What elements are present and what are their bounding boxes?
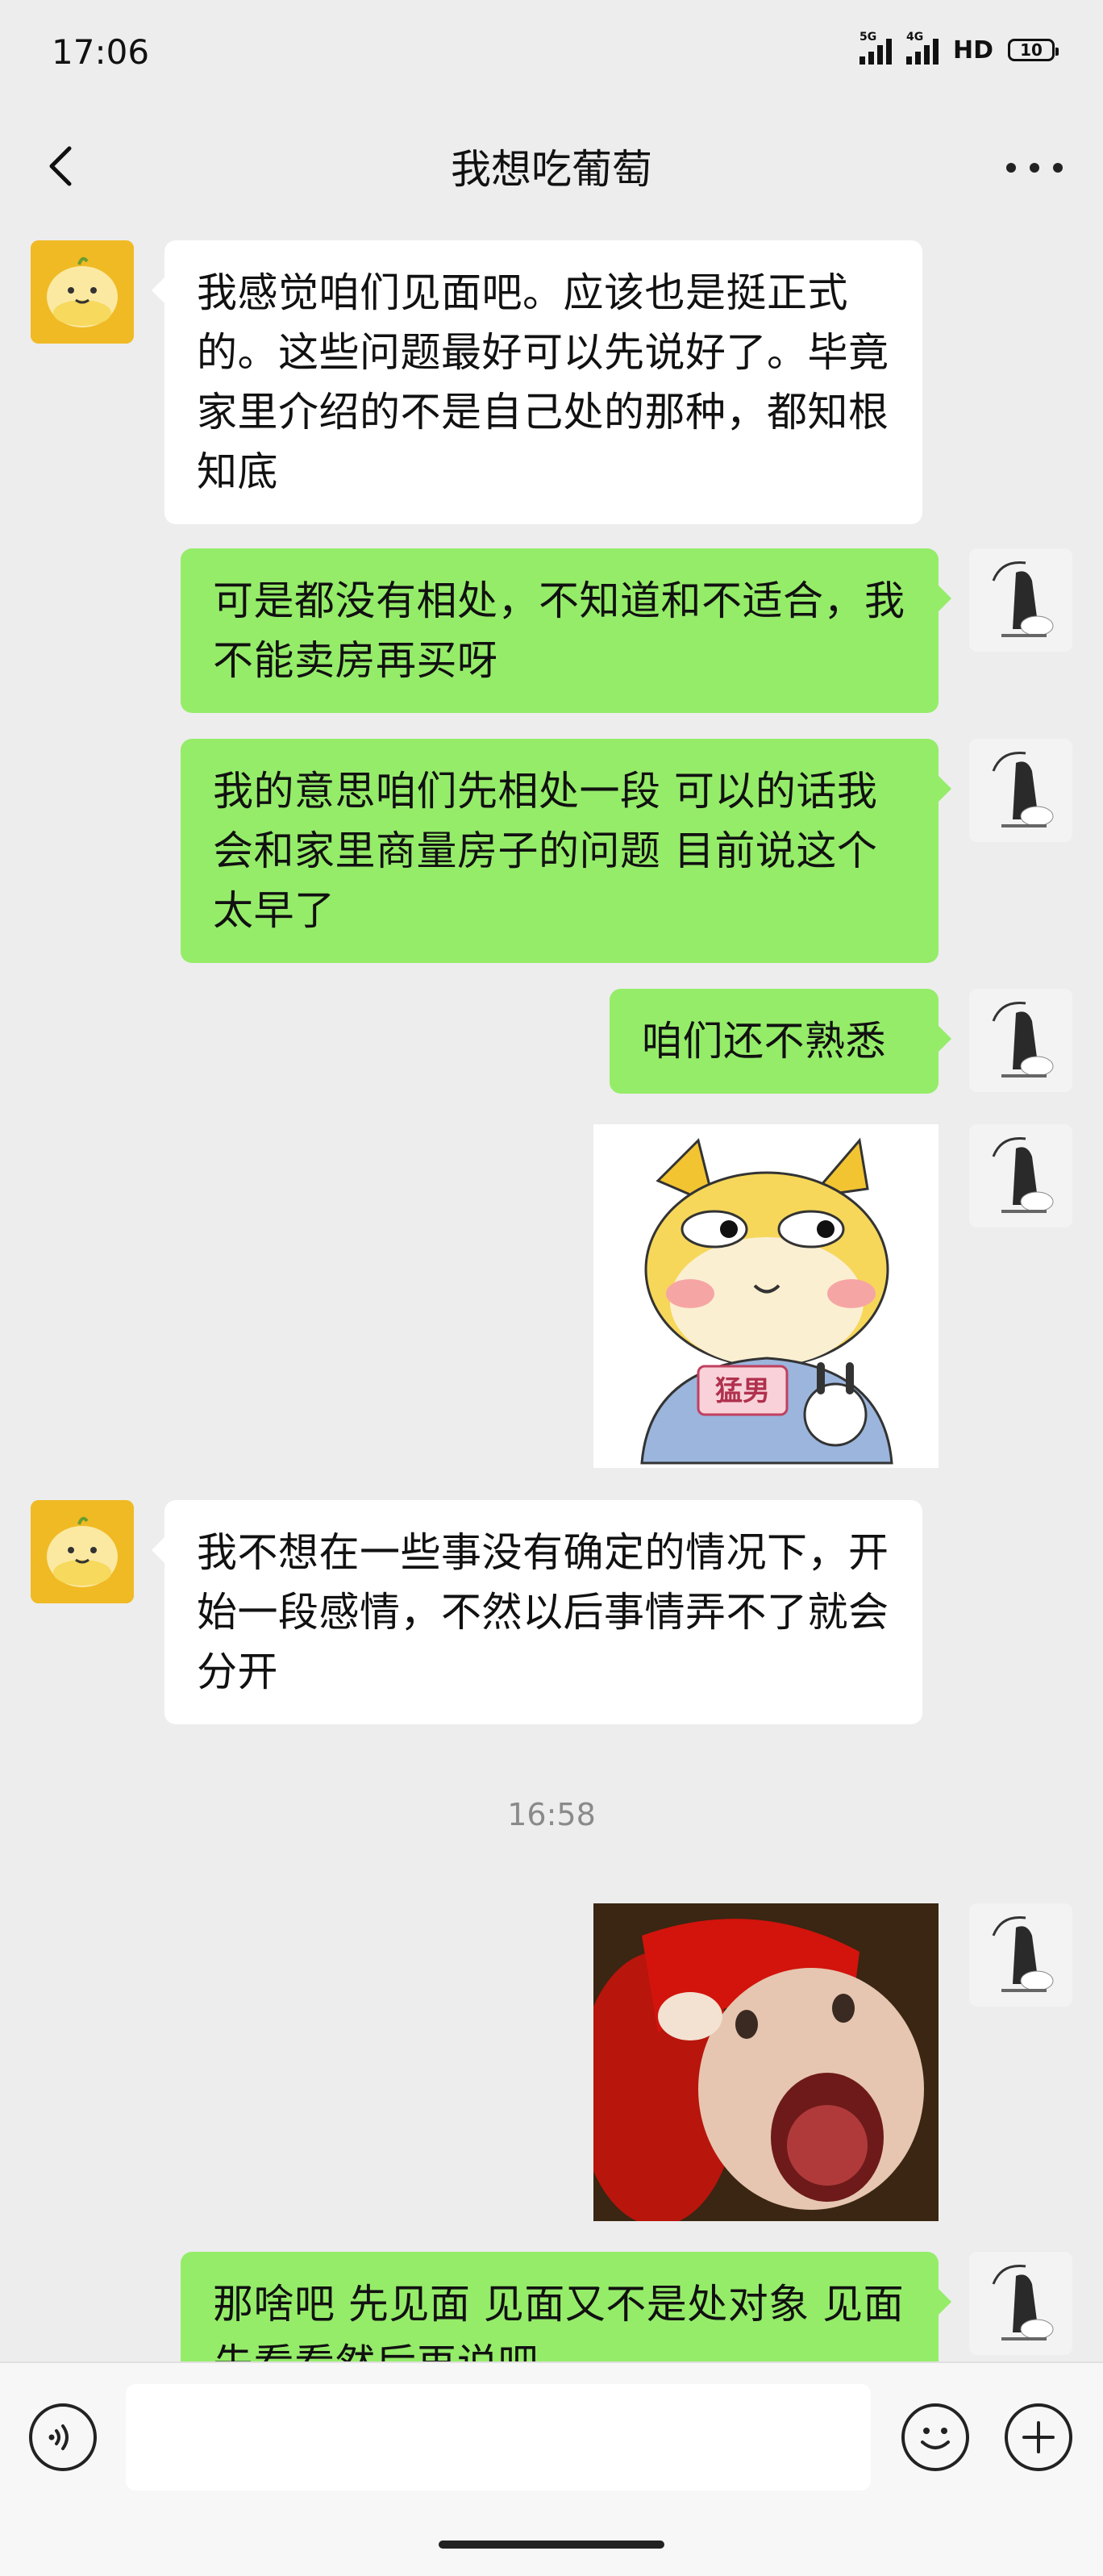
signal-4g-label: 4G <box>905 31 924 44</box>
voice-icon[interactable] <box>29 2403 97 2471</box>
message-bubble-incoming[interactable]: 我感觉咱们见面吧。应该也是挺正式的。这些问题最好可以先说好了。毕竟家里介绍的不是… <box>152 240 922 524</box>
self-avatar[interactable] <box>969 1124 1072 1228</box>
contact-avatar[interactable] <box>31 240 134 344</box>
sticker-badge-text: 猛男 <box>715 1375 770 1407</box>
signal-4g-icon: 4G <box>905 31 939 65</box>
contact-avatar[interactable] <box>31 1500 134 1603</box>
emoji-icon[interactable] <box>901 2403 969 2471</box>
more-dots-icon[interactable] <box>1006 158 1063 177</box>
battery-level: 10 <box>1020 40 1043 60</box>
battery-icon: 10 <box>1008 39 1059 61</box>
shiba-sticker-image: 猛男 <box>593 1124 939 1468</box>
self-avatar[interactable] <box>969 989 1072 1092</box>
plus-icon[interactable] <box>1005 2403 1072 2471</box>
signal-5g-icon: 5G <box>859 31 892 65</box>
self-avatar[interactable] <box>969 1903 1072 2007</box>
message-input[interactable] <box>126 2384 871 2491</box>
chat-timestamp: 16:58 <box>507 1797 596 1832</box>
chat-title: 我想吃葡萄 <box>451 146 652 193</box>
status-time: 17:06 <box>52 32 150 72</box>
self-avatar[interactable] <box>969 739 1072 842</box>
home-indicator[interactable] <box>439 2541 664 2549</box>
self-avatar[interactable] <box>969 548 1072 652</box>
self-avatar[interactable] <box>969 2252 1072 2355</box>
chat-header: 我想吃葡萄 <box>0 121 1103 218</box>
hd-label: HD <box>952 35 993 65</box>
status-icons: 5G 4G HD 10 <box>859 31 1059 65</box>
input-bar <box>0 2361 1103 2576</box>
message-bubble-incoming[interactable]: 我不想在一些事没有确定的情况下，开始一段感情，不然以后事情弄不了就会分开 <box>152 1500 922 1724</box>
sticker-message[interactable]: 猛男 <box>593 1124 939 1468</box>
signal-5g-label: 5G <box>859 31 877 44</box>
message-bubble-outgoing[interactable]: 可是都没有相处，不知道和不适合，我不能卖房再买呀 <box>181 548 951 713</box>
status-bar: 17:06 5G 4G HD 10 <box>0 0 1103 97</box>
screaming-sticker-image <box>593 1903 939 2221</box>
sticker-message[interactable] <box>593 1903 939 2221</box>
message-bubble-outgoing[interactable]: 我的意思咱们先相处一段 可以的话我会和家里商量房子的问题 目前说这个太早了 <box>181 739 951 963</box>
message-bubble-outgoing[interactable]: 咱们还不熟悉 <box>610 989 951 1094</box>
